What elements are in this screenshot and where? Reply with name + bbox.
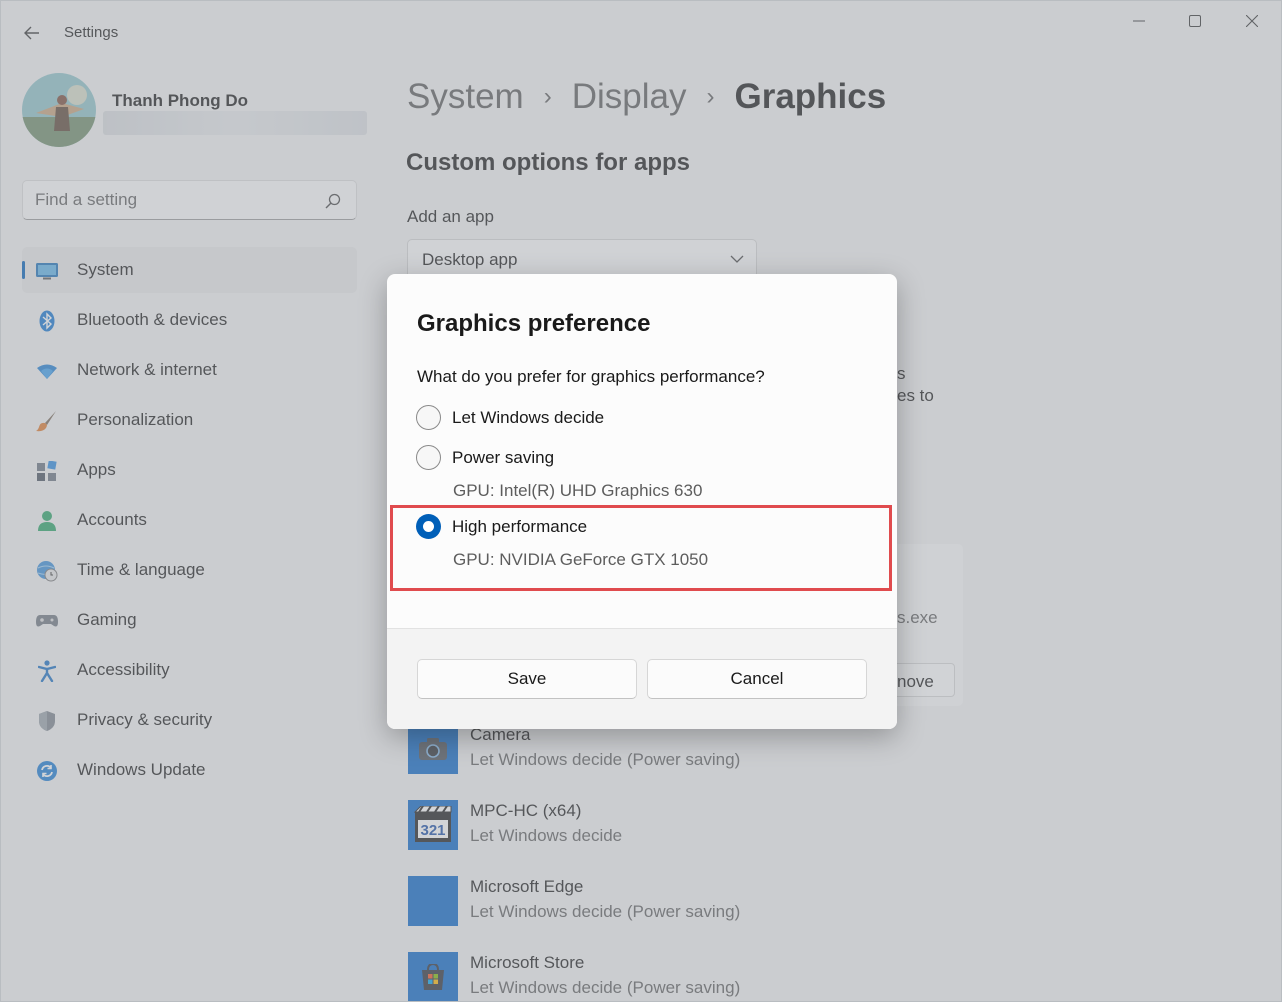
radio-button[interactable] (416, 405, 441, 430)
graphics-preference-dialog: Graphics preference What do you prefer f… (387, 274, 897, 729)
gpu-info-integrated: GPU: Intel(R) UHD Graphics 630 (453, 481, 703, 500)
dialog-question: What do you prefer for graphics performa… (417, 367, 765, 386)
cancel-button[interactable]: Cancel (647, 659, 867, 699)
dialog-footer: Save Cancel (387, 628, 897, 729)
radio-button[interactable] (416, 445, 441, 470)
option-label: Power saving (452, 448, 555, 467)
option-label: Let Windows decide (452, 408, 605, 427)
highlight-annotation-box (390, 505, 892, 591)
save-button[interactable]: Save (417, 659, 637, 699)
dialog-title: Graphics preference (417, 310, 651, 337)
settings-window: Settings Thanh Phong Do Find a setting S… (0, 0, 1282, 1002)
